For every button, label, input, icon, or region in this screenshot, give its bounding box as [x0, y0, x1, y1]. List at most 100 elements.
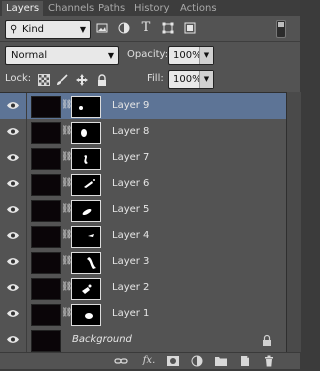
- visibility-eye-icon[interactable]: [7, 335, 19, 344]
- layer-mask-thumbnail[interactable]: [71, 96, 101, 118]
- blend-row: Normal ▼ Opacity: 100% ▼: [0, 42, 300, 67]
- layer-name[interactable]: Background: [72, 327, 132, 353]
- layer-name[interactable]: Layer 8: [112, 119, 149, 145]
- layer-thumbnail[interactable]: [31, 304, 61, 326]
- mask-link-icon[interactable]: ⛓: [61, 99, 72, 112]
- mask-link-icon[interactable]: ⛓: [61, 125, 72, 138]
- mask-link-icon[interactable]: ⛓: [61, 177, 72, 190]
- layer-thumbnail[interactable]: [31, 96, 61, 118]
- trash-icon[interactable]: [262, 355, 276, 367]
- filter-toggle-switch[interactable]: [276, 20, 286, 38]
- visibility-eye-icon[interactable]: [7, 283, 19, 292]
- visibility-eye-icon[interactable]: [7, 309, 19, 318]
- link-layers-icon[interactable]: [114, 355, 128, 367]
- mask-link-icon[interactable]: ⛓: [61, 307, 72, 320]
- layer-thumbnail[interactable]: [31, 122, 61, 144]
- layer-row-background[interactable]: Background: [0, 327, 286, 354]
- layer-mask-thumbnail[interactable]: [71, 278, 101, 300]
- layer-name[interactable]: Layer 9: [112, 93, 149, 119]
- lock-position-icon[interactable]: [76, 74, 88, 86]
- blend-mode-select[interactable]: Normal ▼: [5, 46, 119, 65]
- visibility-eye-icon[interactable]: [7, 205, 19, 214]
- shape-filter-icon[interactable]: [162, 22, 174, 34]
- filter-kind-select[interactable]: ⚲ Kind ▼: [5, 20, 91, 39]
- opacity-field[interactable]: 100% ▼: [168, 46, 214, 65]
- fx-icon[interactable]: fx.: [140, 355, 158, 367]
- layer-thumbnail[interactable]: [31, 200, 61, 222]
- mask-link-icon[interactable]: ⛓: [61, 281, 72, 294]
- layer-row[interactable]: ⛓ Layer 5: [0, 197, 286, 224]
- layer-name[interactable]: Layer 5: [112, 197, 149, 223]
- layer-name[interactable]: Layer 1: [112, 301, 149, 327]
- opacity-slider-toggle[interactable]: ▼: [199, 47, 213, 64]
- layer-thumbnail[interactable]: [31, 174, 61, 196]
- tab-paths[interactable]: Paths: [98, 2, 125, 16]
- lock-icon: [263, 334, 271, 346]
- layer-mask-thumbnail[interactable]: [71, 304, 101, 326]
- blend-mode-value: Normal: [11, 50, 48, 61]
- tab-layers[interactable]: Layers: [2, 1, 44, 16]
- layer-thumbnail[interactable]: [31, 278, 61, 300]
- filter-kind-value: Kind: [22, 24, 45, 35]
- mask-link-icon[interactable]: ⛓: [61, 151, 72, 164]
- tab-channels[interactable]: Channels: [48, 2, 94, 16]
- layer-name[interactable]: Layer 6: [112, 171, 149, 197]
- layer-row[interactable]: ⛓ Layer 3: [0, 249, 286, 276]
- add-mask-icon[interactable]: [166, 355, 180, 367]
- lock-image-pixels-icon[interactable]: [56, 74, 68, 86]
- type-filter-icon[interactable]: T: [140, 21, 152, 34]
- layer-name[interactable]: Layer 2: [112, 275, 149, 301]
- layer-row[interactable]: ⛓ Layer 8: [0, 119, 286, 146]
- visibility-eye-icon[interactable]: [7, 153, 19, 162]
- tab-history[interactable]: History: [134, 2, 170, 16]
- layer-thumbnail[interactable]: [31, 252, 61, 274]
- layer-mask-thumbnail[interactable]: [71, 122, 101, 144]
- visibility-eye-icon[interactable]: [7, 231, 19, 240]
- layer-row[interactable]: ⛓ Layer 2: [0, 275, 286, 302]
- adjustment-layer-icon[interactable]: [190, 355, 204, 367]
- divider: [26, 93, 27, 119]
- layer-name[interactable]: Layer 3: [112, 249, 149, 275]
- layer-row[interactable]: ⛓ Layer 1: [0, 301, 286, 328]
- chevron-down-icon: ▼: [107, 51, 114, 60]
- layer-mask-thumbnail[interactable]: [71, 226, 101, 248]
- fill-value: 100%: [173, 74, 202, 85]
- layer-thumbnail[interactable]: [31, 148, 61, 170]
- layer-name[interactable]: Layer 7: [112, 145, 149, 171]
- layer-mask-thumbnail[interactable]: [71, 252, 101, 274]
- new-layer-icon[interactable]: [238, 355, 252, 367]
- mask-link-icon[interactable]: ⛓: [61, 203, 72, 216]
- divider: [26, 249, 27, 275]
- image-filter-icon[interactable]: [96, 22, 108, 34]
- lock-all-icon[interactable]: [96, 74, 108, 86]
- lock-transparent-pixels-icon[interactable]: [38, 74, 50, 86]
- mask-link-icon[interactable]: ⛓: [61, 255, 72, 268]
- layer-row[interactable]: ⛓ Layer 6: [0, 171, 286, 198]
- visibility-eye-icon[interactable]: [7, 257, 19, 266]
- adjustment-filter-icon[interactable]: [118, 22, 130, 34]
- chevron-down-icon: ▼: [79, 25, 86, 34]
- divider: [26, 119, 27, 145]
- layer-row[interactable]: ⛓ Layer 9: [0, 93, 286, 120]
- layers-scrollbar[interactable]: [286, 92, 301, 352]
- smart-object-filter-icon[interactable]: [184, 22, 196, 34]
- tab-actions[interactable]: Actions: [180, 2, 217, 16]
- layer-name[interactable]: Layer 4: [112, 223, 149, 249]
- layer-thumbnail[interactable]: [31, 226, 61, 248]
- mask-link-icon[interactable]: ⛓: [61, 229, 72, 242]
- visibility-eye-icon[interactable]: [7, 127, 19, 136]
- layer-mask-thumbnail[interactable]: [71, 200, 101, 222]
- fill-slider-toggle[interactable]: ▼: [199, 71, 213, 88]
- search-icon: ⚲: [10, 24, 18, 35]
- visibility-eye-icon[interactable]: [7, 179, 19, 188]
- divider: [26, 171, 27, 197]
- visibility-eye-icon[interactable]: [7, 101, 19, 110]
- fill-field[interactable]: 100% ▼: [168, 70, 214, 89]
- layer-row[interactable]: ⛓ Layer 4: [0, 223, 286, 250]
- fill-label: Fill:: [147, 73, 164, 84]
- layer-thumbnail[interactable]: [31, 330, 61, 352]
- layer-mask-thumbnail[interactable]: [71, 148, 101, 170]
- new-group-icon[interactable]: [214, 355, 228, 367]
- layer-row[interactable]: ⛓ Layer 7: [0, 145, 286, 172]
- layer-mask-thumbnail[interactable]: [71, 174, 101, 196]
